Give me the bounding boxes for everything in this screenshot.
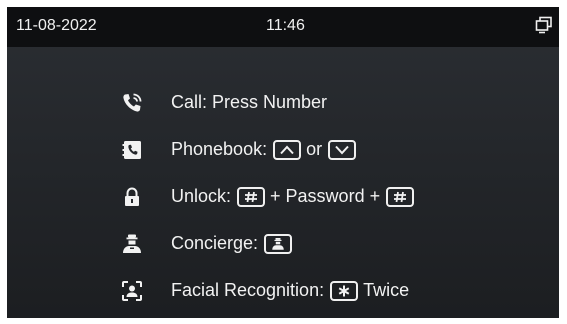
concierge-label: Concierge: [171,233,259,253]
arrow-up-key-icon [273,139,302,160]
unlock-password-text: + Password + [270,186,381,206]
concierge-icon [121,233,143,255]
status-date: 11-08-2022 [16,17,97,34]
help-row-call: Call: Press Number [117,79,537,126]
star-key-icon [330,280,359,301]
facial-label: Facial Recognition: [171,280,325,300]
phonebook-or-text: or [306,139,323,159]
unlock-label: Unlock: [171,186,232,206]
phonebook-icon [121,139,143,161]
help-instructions: Call: Press Number Phonebook: or Unlock:… [117,79,537,314]
hash-key-icon [386,186,415,207]
phonebook-label: Phonebook: [171,139,268,159]
concierge-key-icon [264,233,293,254]
status-time: 11:46 [266,17,305,34]
hash-key-icon [237,186,266,207]
face-scan-icon [121,280,143,302]
unlock-text: Unlock: + Password + [171,186,419,207]
help-row-phonebook: Phonebook: or [117,126,537,173]
help-row-unlock: Unlock: + Password + [117,173,537,220]
concierge-text: Concierge: [171,233,297,254]
facial-twice-text: Twice [363,280,410,300]
window-switch-icon[interactable] [535,16,553,34]
facial-text: Facial Recognition: Twice [171,280,413,301]
phonebook-text: Phonebook: or [171,139,361,160]
lock-icon [121,186,143,208]
intercom-screen: 11-08-2022 11:46 Call: Press Number Phon… [7,7,559,318]
help-row-concierge: Concierge: [117,220,537,267]
phone-call-icon [121,92,143,114]
call-label: Call: Press Number [171,92,328,112]
help-row-facial: Facial Recognition: Twice [117,267,537,314]
arrow-down-key-icon [328,139,357,160]
status-bar: 11-08-2022 11:46 [7,7,559,47]
